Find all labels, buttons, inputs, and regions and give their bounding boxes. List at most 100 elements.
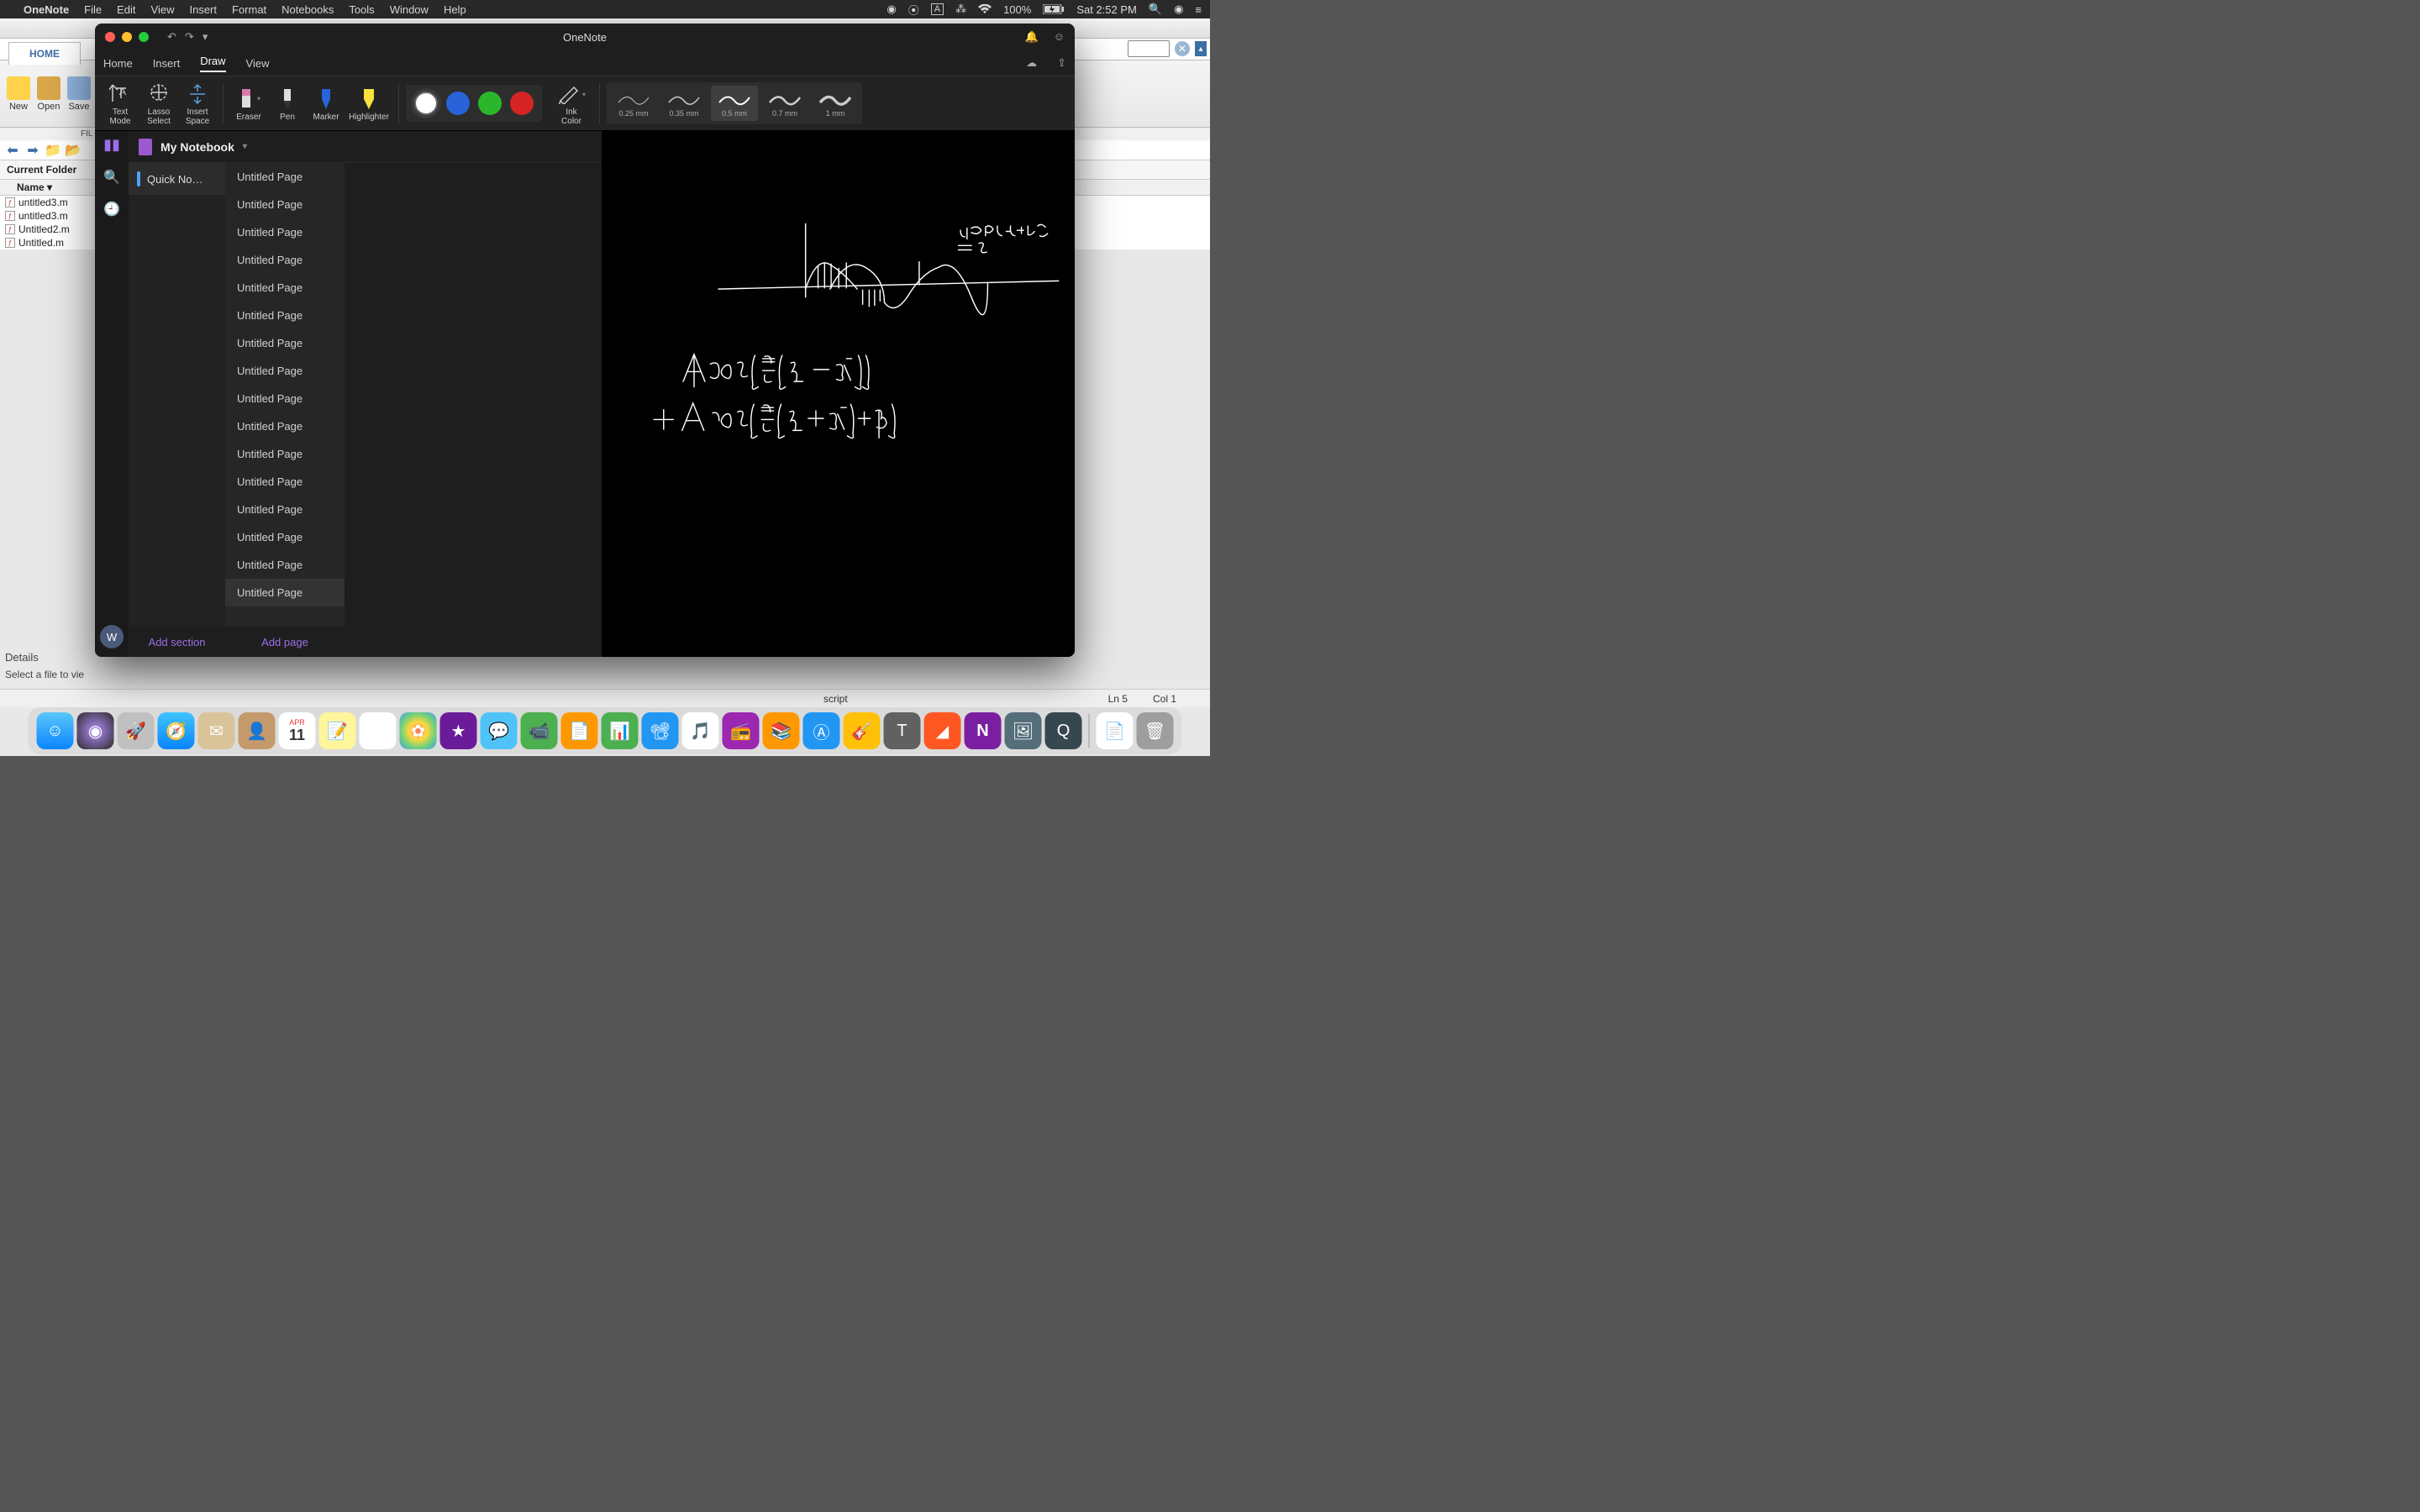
minimize-window-icon[interactable] <box>122 32 132 42</box>
color-green[interactable] <box>478 92 502 115</box>
color-red[interactable] <box>510 92 534 115</box>
eraser-tool[interactable]: ▾ Eraser <box>230 86 267 122</box>
redo-icon[interactable]: ↷ <box>185 30 194 44</box>
section-item[interactable]: Quick No… <box>129 163 225 195</box>
page-item[interactable]: Untitled Page <box>225 523 345 551</box>
search-icon[interactable]: 🔍 <box>103 169 120 186</box>
app-name[interactable]: OneNote <box>24 3 69 16</box>
stroke-0-7[interactable]: 0.7 mm <box>761 86 808 121</box>
notification-center-icon[interactable]: ≡ <box>1195 3 1202 16</box>
stroke-0-35[interactable]: 0.35 mm <box>660 86 708 121</box>
dock-launchpad[interactable]: 🚀 <box>118 712 155 749</box>
dock-messages[interactable]: 💬 <box>481 712 518 749</box>
menu-insert[interactable]: Insert <box>189 3 217 16</box>
back-arrow-icon[interactable]: ⬅ <box>5 143 20 158</box>
dock-trash[interactable]: 🗑 <box>1137 712 1174 749</box>
bg-search-input[interactable] <box>1128 40 1170 57</box>
spotlight-icon[interactable]: 🔍 <box>1149 3 1162 16</box>
status-icon-1[interactable]: ◉ <box>886 3 896 16</box>
text-mode-tool[interactable]: A Text Mode <box>102 81 139 126</box>
ink-color-tool[interactable]: ▾ Ink Color <box>550 81 592 126</box>
dock-document[interactable]: 📄 <box>1097 712 1134 749</box>
page-item[interactable]: Untitled Page <box>225 357 345 385</box>
dock-facetime[interactable]: 📹 <box>521 712 558 749</box>
dock-finder[interactable]: ☺ <box>37 712 74 749</box>
add-section-button[interactable]: Add section <box>129 627 225 657</box>
page-item[interactable]: Untitled Page <box>225 385 345 412</box>
page-item[interactable]: Untitled Page <box>225 163 345 191</box>
page-item[interactable]: Untitled Page <box>225 329 345 357</box>
bg-clear-icon[interactable]: ✕ <box>1175 41 1190 56</box>
insert-space-tool[interactable]: Insert Space <box>179 81 216 126</box>
dock-photos[interactable]: ✿ <box>400 712 437 749</box>
page-item[interactable]: Untitled Page <box>225 191 345 218</box>
close-window-icon[interactable] <box>105 32 115 42</box>
siri-menubar-icon[interactable]: ◉ <box>1174 3 1183 16</box>
pen-tool[interactable]: Pen <box>269 86 306 122</box>
dock-numbers[interactable]: 📊 <box>602 712 639 749</box>
dock-texshop[interactable]: T <box>884 712 921 749</box>
bg-open-button[interactable]: Open <box>37 76 60 112</box>
menu-file[interactable]: File <box>84 3 102 16</box>
dock-safari[interactable]: 🧭 <box>158 712 195 749</box>
bluetooth-icon[interactable]: ⁂ <box>955 3 966 16</box>
page-item[interactable]: Untitled Page <box>225 302 345 329</box>
dock-appstore[interactable]: Ⓐ <box>803 712 840 749</box>
menu-view[interactable]: View <box>151 3 175 16</box>
menu-format[interactable]: Format <box>232 3 266 16</box>
menu-window[interactable]: Window <box>390 3 429 16</box>
input-source-icon[interactable]: A <box>931 3 944 15</box>
highlighter-tool[interactable]: Highlighter <box>346 86 392 122</box>
dock-siri[interactable]: ◉ <box>77 712 114 749</box>
page-item[interactable]: Untitled Page <box>225 412 345 440</box>
page-item[interactable]: Untitled Page <box>225 468 345 496</box>
dock-keynote[interactable]: 📽 <box>642 712 679 749</box>
dock-preview[interactable]: 🖼 <box>1005 712 1042 749</box>
tab-view[interactable]: View <box>246 57 270 70</box>
share-icon[interactable]: ⇪ <box>1057 56 1066 70</box>
zoom-window-icon[interactable] <box>139 32 149 42</box>
sync-icon[interactable]: ☁ <box>1026 56 1037 70</box>
tab-insert[interactable]: Insert <box>153 57 181 70</box>
page-item[interactable]: Untitled Page <box>225 496 345 523</box>
dock-calendar[interactable]: APR11 <box>279 712 316 749</box>
undo-icon[interactable]: ↶ <box>167 30 176 44</box>
menu-help[interactable]: Help <box>444 3 466 16</box>
browse-icon[interactable]: 📂 <box>66 143 81 158</box>
qat-dropdown-icon[interactable]: ▾ <box>203 30 208 44</box>
add-page-button[interactable]: Add page <box>225 627 345 657</box>
dock-pages[interactable]: 📄 <box>561 712 598 749</box>
forward-arrow-icon[interactable]: ➡ <box>25 143 40 158</box>
recent-icon[interactable]: 🕘 <box>103 201 120 218</box>
dock-reminders[interactable]: ☑ <box>360 712 397 749</box>
feedback-icon[interactable]: ☺ <box>1054 30 1065 44</box>
battery-icon[interactable] <box>1043 4 1065 14</box>
dock-onenote[interactable]: N <box>965 712 1002 749</box>
dock-imovie[interactable]: ★ <box>440 712 477 749</box>
tab-home[interactable]: Home <box>103 57 133 70</box>
notebook-header[interactable]: My Notebook ▾ <box>129 131 602 163</box>
dock-books[interactable]: 📚 <box>763 712 800 749</box>
color-blue[interactable] <box>446 92 470 115</box>
notebooks-icon[interactable]: ▮▮ <box>103 136 120 154</box>
stroke-0-25[interactable]: 0.25 mm <box>610 86 657 121</box>
dock-contacts[interactable]: 👤 <box>239 712 276 749</box>
bg-new-button[interactable]: New <box>7 76 30 112</box>
page-item[interactable]: Untitled Page <box>225 579 345 606</box>
bg-minimize-ribbon-icon[interactable]: ▴ <box>1195 41 1207 56</box>
wifi-icon[interactable] <box>978 4 992 14</box>
status-icon-2[interactable]: ⦿ <box>908 2 919 18</box>
page-item[interactable]: Untitled Page <box>225 218 345 246</box>
marker-tool[interactable]: Marker <box>308 86 345 122</box>
dock-mail[interactable]: ✉ <box>198 712 235 749</box>
bg-save-button[interactable]: Save <box>67 76 91 112</box>
tab-draw[interactable]: Draw <box>200 55 225 72</box>
menu-tools[interactable]: Tools <box>349 3 374 16</box>
stroke-1[interactable]: 1 mm <box>812 86 859 121</box>
dock-quicktime[interactable]: Q <box>1045 712 1082 749</box>
page-item[interactable]: Untitled Page <box>225 274 345 302</box>
color-white[interactable] <box>414 92 438 115</box>
lasso-select-tool[interactable]: Lasso Select <box>140 81 177 126</box>
dock-podcasts[interactable]: 📻 <box>723 712 760 749</box>
up-folder-icon[interactable]: 📁 <box>45 143 60 158</box>
